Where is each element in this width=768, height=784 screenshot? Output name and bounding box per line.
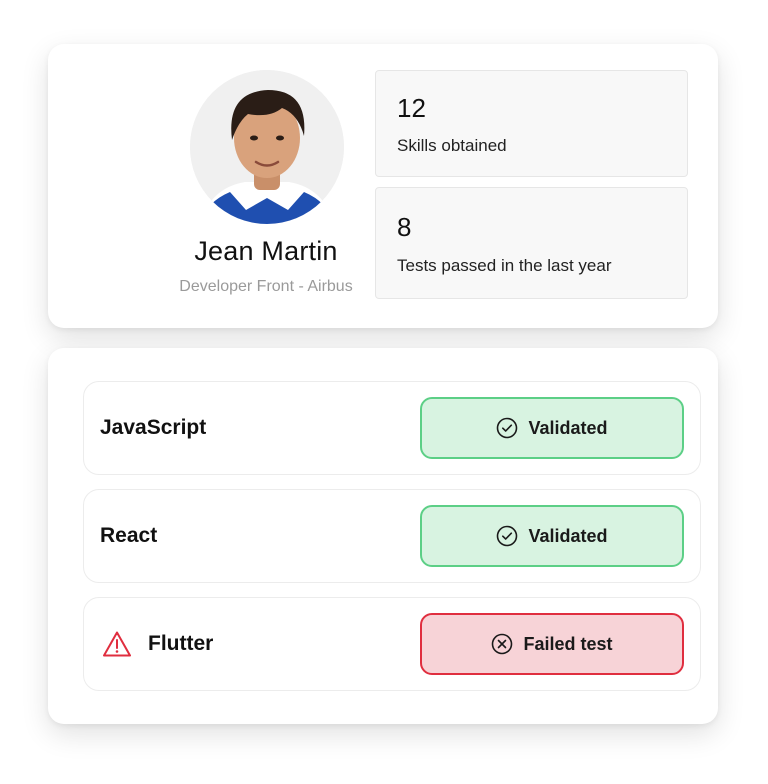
skill-row-javascript: JavaScript Validated [83, 381, 701, 475]
skills-card: JavaScript Validated React Validated Flu… [48, 348, 718, 724]
check-circle-icon [497, 525, 518, 547]
skill-name: JavaScript [100, 416, 207, 439]
stat-value: 12 [397, 93, 426, 123]
skill-name: Flutter [148, 632, 214, 655]
stat-skills-obtained: 12 Skills obtained [375, 70, 688, 177]
status-failed-button[interactable]: Failed test [420, 613, 684, 675]
status-label: Validated [528, 525, 608, 546]
check-circle-icon [497, 417, 518, 439]
stat-label: Skills obtained [397, 136, 507, 155]
warning-triangle-icon [103, 631, 131, 657]
skill-row-react: React Validated [83, 489, 701, 583]
stat-value: 8 [397, 212, 412, 242]
profile-card: Jean Martin Developer Front - Airbus 12 … [48, 44, 718, 328]
status-label: Failed test [523, 633, 613, 654]
x-circle-icon [492, 633, 513, 655]
status-validated-button[interactable]: Validated [420, 397, 684, 459]
skill-row-flutter: Flutter Failed test [83, 597, 701, 691]
avatar [190, 70, 344, 224]
stat-label: Tests passed in the last year [397, 256, 612, 275]
person-photo-icon [190, 70, 344, 224]
status-validated-button[interactable]: Validated [420, 505, 684, 567]
stat-tests-passed: 8 Tests passed in the last year [375, 187, 688, 299]
skill-name: React [100, 524, 158, 547]
status-label: Validated [528, 417, 608, 438]
